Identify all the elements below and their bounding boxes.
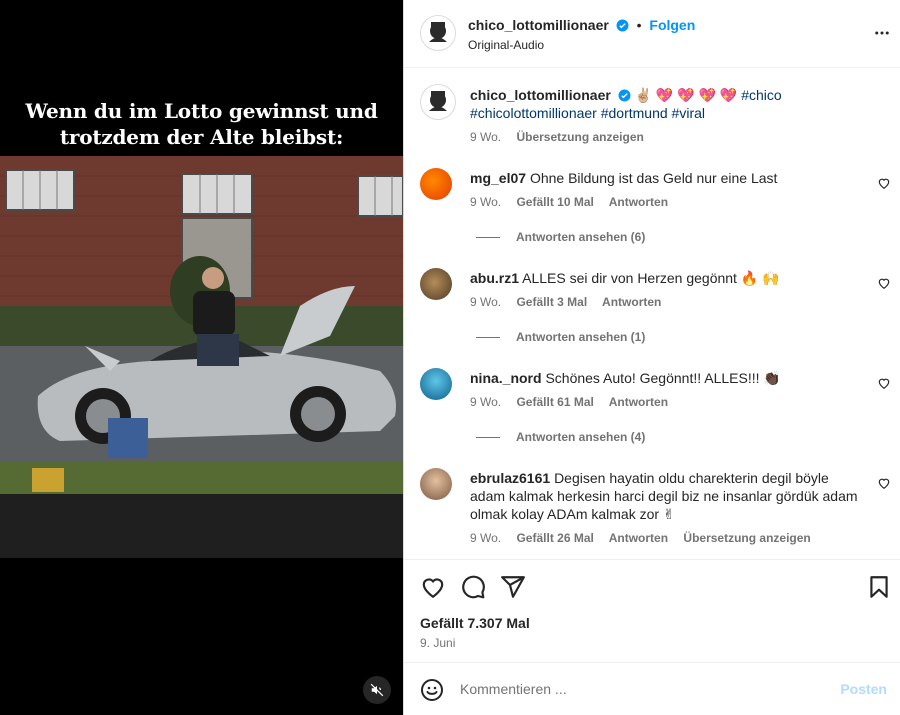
caption-hashtags[interactable]: #chicolottomillionaer #dortmund #viral — [470, 105, 705, 121]
comment-body: nina._nord Schönes Auto! Gegönnt!! ALLES… — [470, 369, 850, 387]
view-replies-label: Antworten ansehen (6) — [516, 230, 646, 244]
comment-body: abu.rz1 ALLES sei dir von Herzen gegönnt… — [470, 269, 850, 287]
replies-divider — [476, 337, 500, 339]
heart-icon[interactable] — [420, 574, 446, 600]
post-dialog: Wenn du im Lotto gewinnst und trotzdem d… — [0, 0, 900, 715]
post-details-panel: chico_lottomillionaer • Folgen Original-… — [403, 0, 900, 715]
view-replies-button[interactable]: Antworten ansehen (1) — [476, 330, 645, 344]
translate-button[interactable]: Übersetzung anzeigen — [516, 130, 643, 144]
comment-age: 9 Wo. — [470, 395, 502, 409]
comment-like-icon[interactable] — [877, 276, 891, 290]
comment-age: 9 Wo. — [470, 295, 502, 309]
comment-like-icon[interactable] — [877, 176, 891, 190]
share-icon[interactable] — [500, 574, 526, 600]
video-player[interactable]: Wenn du im Lotto gewinnst und trotzdem d… — [0, 0, 403, 715]
comment-avatar[interactable] — [420, 168, 452, 200]
comment-likes[interactable]: Gefällt 3 Mal — [516, 295, 587, 309]
caption-age: 9 Wo. — [470, 130, 502, 144]
comment-meta: 9 Wo. Gefällt 10 Mal Antworten — [470, 195, 680, 209]
comment-input[interactable] — [460, 678, 830, 700]
replies-divider — [476, 237, 500, 239]
comment-username[interactable]: nina._nord — [470, 370, 542, 386]
comment-text-line-3: olmak kolay ADAm kalmak zor ✌ — [470, 506, 675, 522]
view-replies-button[interactable]: Antworten ansehen (4) — [476, 430, 645, 444]
audio-muted-icon — [370, 683, 384, 697]
comment-text-line-1: Degisen hayatin oldu charekterin degil b… — [554, 470, 829, 486]
comment-username[interactable]: ebrulaz6161 — [470, 470, 550, 486]
comment-meta: 9 Wo. Gefällt 26 Mal Antworten Übersetzu… — [470, 531, 823, 545]
comment-age: 9 Wo. — [470, 195, 502, 209]
comment-body: ebrulaz6161 Degisen hayatin oldu charekt… — [470, 469, 865, 523]
reply-button[interactable]: Antworten — [609, 531, 668, 545]
view-replies-label: Antworten ansehen (4) — [516, 430, 646, 444]
verified-badge-icon — [616, 19, 629, 32]
comment-username[interactable]: mg_el07 — [470, 170, 526, 186]
caption-meta: 9 Wo. Übersetzung anzeigen — [470, 130, 656, 144]
mute-button[interactable] — [363, 676, 391, 704]
reply-button[interactable]: Antworten — [609, 195, 668, 209]
hashtag-chico[interactable]: #chico — [741, 87, 781, 103]
bookmark-icon[interactable] — [866, 574, 892, 600]
video-caption: Wenn du im Lotto gewinnst und trotzdem d… — [0, 98, 403, 150]
avatar[interactable] — [420, 15, 456, 51]
comment-text: ALLES sei dir von Herzen gegönnt 🔥 🙌 — [522, 270, 780, 286]
comment-meta: 9 Wo. Gefällt 3 Mal Antworten — [470, 295, 673, 309]
translate-button[interactable]: Übersetzung anzeigen — [683, 531, 810, 545]
view-replies-button[interactable]: Antworten ansehen (6) — [476, 230, 645, 244]
reply-button[interactable]: Antworten — [609, 395, 668, 409]
emoji-icon[interactable] — [420, 678, 444, 702]
comment-body: mg_el07 Ohne Bildung ist das Geld nur ei… — [470, 169, 850, 187]
video-caption-line-2: trotzdem der Alte bleibst: — [59, 125, 344, 149]
comment-likes[interactable]: Gefällt 61 Mal — [516, 395, 593, 409]
profile-logo-icon — [429, 22, 447, 42]
comment-like-icon[interactable] — [877, 376, 891, 390]
comment-avatar[interactable] — [420, 368, 452, 400]
replies-divider — [476, 437, 500, 439]
comment-text: Ohne Bildung ist das Geld nur eine Last — [529, 170, 778, 186]
comment-avatar[interactable] — [420, 468, 452, 500]
video-caption-line-1: Wenn du im Lotto gewinnst und — [25, 99, 378, 123]
post-actions: Gefällt 7.307 Mal 9. Juni — [404, 559, 900, 662]
comment-bar: Posten — [404, 662, 900, 715]
like-count[interactable]: Gefällt 7.307 Mal — [420, 615, 530, 631]
video-frame — [0, 156, 403, 558]
header-separator: • — [636, 17, 642, 33]
header-username[interactable]: chico_lottomillionaer — [468, 17, 609, 33]
more-horizontal-icon — [875, 31, 889, 35]
comment-meta: 9 Wo. Gefällt 61 Mal Antworten — [470, 395, 680, 409]
caption-emojis: ✌🏼 💖 💖 💖 💖 — [634, 87, 738, 103]
comment-text-line-2: adam kalmak herkesin harci degil biz ne … — [470, 488, 858, 504]
comment-likes[interactable]: Gefällt 26 Mal — [516, 531, 593, 545]
caption-username[interactable]: chico_lottomillionaer — [470, 87, 611, 103]
post-header: chico_lottomillionaer • Folgen Original-… — [404, 0, 900, 68]
verified-badge-icon — [618, 89, 631, 102]
comment-icon[interactable] — [460, 574, 486, 600]
caption-avatar[interactable] — [420, 84, 456, 120]
audio-label[interactable]: Original-Audio — [468, 38, 544, 52]
post-caption: chico_lottomillionaer ✌🏼 💖 💖 💖 💖 #chico … — [470, 86, 880, 122]
comment-username[interactable]: abu.rz1 — [470, 270, 519, 286]
comments-list[interactable]: chico_lottomillionaer ✌🏼 💖 💖 💖 💖 #chico … — [404, 69, 900, 559]
reply-button[interactable]: Antworten — [602, 295, 661, 309]
comment-avatar[interactable] — [420, 268, 452, 300]
header-user-line: chico_lottomillionaer • Folgen — [468, 17, 695, 33]
follow-button[interactable]: Folgen — [649, 17, 695, 33]
profile-logo-icon — [429, 91, 447, 111]
more-options-button[interactable] — [873, 24, 891, 45]
post-comment-button[interactable]: Posten — [840, 681, 887, 697]
comment-likes[interactable]: Gefällt 10 Mal — [516, 195, 593, 209]
post-date: 9. Juni — [420, 636, 456, 650]
comment-age: 9 Wo. — [470, 531, 502, 545]
comment-like-icon[interactable] — [877, 476, 891, 490]
view-replies-label: Antworten ansehen (1) — [516, 330, 646, 344]
comment-text: Schönes Auto! Gegönnt!! ALLES!!! 👏🏿 — [545, 370, 781, 386]
